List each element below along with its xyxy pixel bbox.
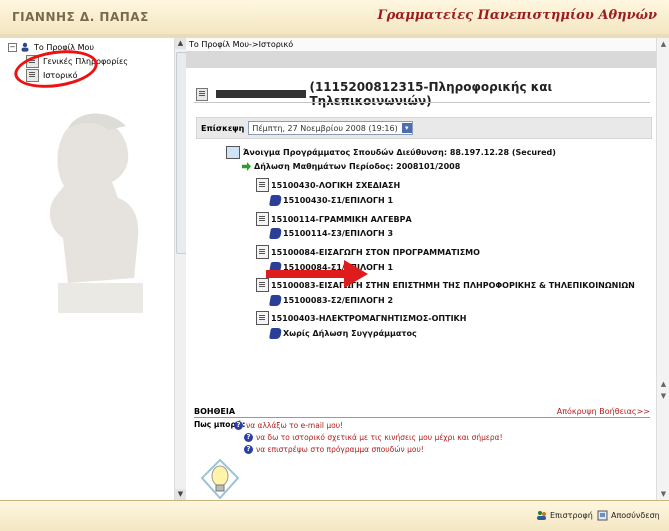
university-title: Γραμματείες Πανεπιστημίου Αθηνών: [377, 8, 657, 23]
sidebar-scrollbar[interactable]: ▲ ▼: [174, 38, 187, 500]
collapse-icon[interactable]: −: [8, 42, 17, 52]
athena-watermark-icon: [49, 113, 143, 313]
chevron-down-icon[interactable]: ▾: [401, 123, 412, 133]
logout-button[interactable]: Αποσύνδεση: [597, 510, 660, 521]
book-label: 15100430-Σ1/ΕΠΙΛΟΓΗ 1: [283, 196, 394, 205]
scroll-down-icon[interactable]: ▼: [657, 390, 669, 402]
back-label: Επιστροφή: [550, 511, 593, 520]
back-button[interactable]: Επιστροφή: [536, 510, 593, 521]
red-arrow-icon: [266, 260, 368, 288]
course-label: 15100430-ΛΟΓΙΚΗ ΣΧΕΔΙΑΣΗ: [271, 180, 401, 190]
book-node: 15100083-Σ2/ΕΠΙΛΟΓΗ 2: [269, 295, 394, 306]
program-label: Άνοιγμα Προγράμματος Σπουδών Διεύθυνση: …: [243, 148, 556, 157]
course-scroll-icon: [256, 311, 269, 325]
course-label: 15100403-ΗΛΕΚΤΡΟΜΑΓΝΗΤΙΣΜΟΣ-ΟΠΤΙΚΗ: [271, 313, 467, 323]
visit-select[interactable]: Πέμπτη, 27 Νοεμβρίου 2008 (19:16) ▾: [248, 121, 413, 135]
logout-label: Αποσύνδεση: [611, 511, 660, 520]
help-divider: [194, 417, 650, 418]
footer-bar: Επιστροφή Αποσύνδεση: [0, 500, 669, 531]
help-title: ΒΟΗΘΕΙΑ: [194, 407, 236, 416]
declaration-node: Δήλωση Μαθημάτων Περίοδος: 2008101/2008: [242, 162, 460, 171]
breadcrumb: Το Προφίλ Μου->Ιστορικό: [186, 38, 659, 52]
question-icon: ?: [244, 433, 253, 442]
hide-help-link[interactable]: Απόκρυψη Βοήθειας>>: [557, 407, 650, 416]
book-label: Χωρίς Δήλωση Συγγράμματος: [283, 329, 417, 338]
course-label: 15100114-ΓΡΑΜΜΙΚΗ ΑΛΓΕΒΡΑ: [271, 214, 412, 224]
arrow-right-icon: [242, 162, 251, 171]
help-link-program[interactable]: ? να επιστρέψω στο πρόγραμμα σπουδών μου…: [244, 445, 424, 454]
user-name-title: ΓΙΑΝΝΗΣ Δ. ΠΑΠΑΣ: [12, 10, 149, 24]
book-icon: [269, 328, 282, 339]
help-link-label: να επιστρέψω στο πρόγραμμα σπουδών μου!: [256, 445, 424, 454]
book-label: 15100083-Σ2/ΕΠΙΛΟΓΗ 2: [283, 296, 394, 305]
scroll-up-icon[interactable]: ▲: [657, 378, 669, 390]
visit-label: Επίσκεψη: [201, 123, 245, 133]
help-link-label: να αλλάξω το e-mail μου!: [246, 421, 344, 430]
course-node: 15100084-ΕΙΣΑΓΩΓΗ ΣΤΟΝ ΠΡΟΓΡΑΜΜΑΤΙΣΜΟ: [256, 245, 480, 259]
help-link-label: να δω το ιστορικό σχετικά με τις κινήσει…: [256, 433, 503, 442]
visit-row: Επίσκεψη Πέμπτη, 27 Νοεμβρίου 2008 (19:1…: [196, 117, 652, 139]
book-icon: [269, 295, 282, 306]
sidebar: − Το Προφίλ Μου Γενικές Πληροφορίες Ιστο…: [0, 38, 187, 500]
redacted-name: [216, 90, 307, 98]
visit-select-value: Πέμπτη, 27 Νοεμβρίου 2008 (19:16): [252, 123, 398, 133]
book-icon: [269, 228, 282, 239]
course-scroll-icon: [256, 245, 269, 259]
computer-icon: [226, 146, 240, 159]
question-icon: ?: [244, 445, 253, 454]
main-scrollbar[interactable]: ▲ ▲ ▼ ▼: [656, 38, 669, 500]
lightbulb-icon: [200, 458, 240, 500]
book-icon: [269, 195, 282, 206]
app-header: ΓΙΑΝΝΗΣ Δ. ΠΑΠΑΣ Γραμματείες Πανεπιστημί…: [0, 0, 669, 35]
program-node: Άνοιγμα Προγράμματος Σπουδών Διεύθυνση: …: [226, 146, 556, 159]
student-card-icon: [196, 87, 209, 101]
page-title: (1115200812315-Πληροφορικής και Τηλεπικο…: [309, 80, 553, 108]
book-node: 15100114-Σ3/ΕΠΙΛΟΓΗ 3: [269, 228, 394, 239]
question-icon: ?: [234, 421, 243, 430]
scroll-up-icon[interactable]: ▲: [657, 38, 669, 50]
users-icon: [537, 511, 546, 520]
course-node: 15100114-ΓΡΑΜΜΙΚΗ ΑΛΓΕΒΡΑ: [256, 212, 412, 226]
help-link-email[interactable]: ? να αλλάξω το e-mail μου!: [234, 421, 343, 430]
book-label: 15100114-Σ3/ΕΠΙΛΟΓΗ 3: [283, 229, 394, 238]
course-label: 15100084-ΕΙΣΑΓΩΓΗ ΣΤΟΝ ΠΡΟΓΡΑΜΜΑΤΙΣΜΟ: [271, 247, 480, 257]
toolbar-band: [186, 52, 656, 68]
course-node: 15100403-ΗΛΕΚΤΡΟΜΑΓΝΗΤΙΣΜΟΣ-ΟΠΤΙΚΗ: [256, 311, 466, 325]
book-node: 15100430-Σ1/ΕΠΙΛΟΓΗ 1: [269, 195, 394, 206]
scroll-up-icon[interactable]: ▲: [175, 38, 186, 49]
declaration-label: Δήλωση Μαθημάτων Περίοδος: 2008101/2008: [254, 162, 461, 171]
logout-icon: [597, 510, 608, 521]
course-node: 15100430-ΛΟΓΙΚΗ ΣΧΕΔΙΑΣΗ: [256, 178, 400, 192]
main-panel: Το Προφίλ Μου->Ιστορικό (1115200812315-Π…: [186, 38, 659, 500]
divider: [194, 102, 650, 103]
course-scroll-icon: [256, 212, 269, 226]
book-node: Χωρίς Δήλωση Συγγράμματος: [269, 328, 417, 339]
scroll-down-icon[interactable]: ▼: [657, 488, 669, 500]
student-title-row: (1115200812315-Πληροφορικής και Τηλεπικο…: [196, 80, 656, 108]
course-scroll-icon: [256, 178, 269, 192]
user-icon: [21, 42, 29, 52]
help-link-history[interactable]: ? να δω το ιστορικό σχετικά με τις κινήσ…: [244, 433, 503, 442]
scroll-down-icon[interactable]: ▼: [175, 489, 186, 500]
